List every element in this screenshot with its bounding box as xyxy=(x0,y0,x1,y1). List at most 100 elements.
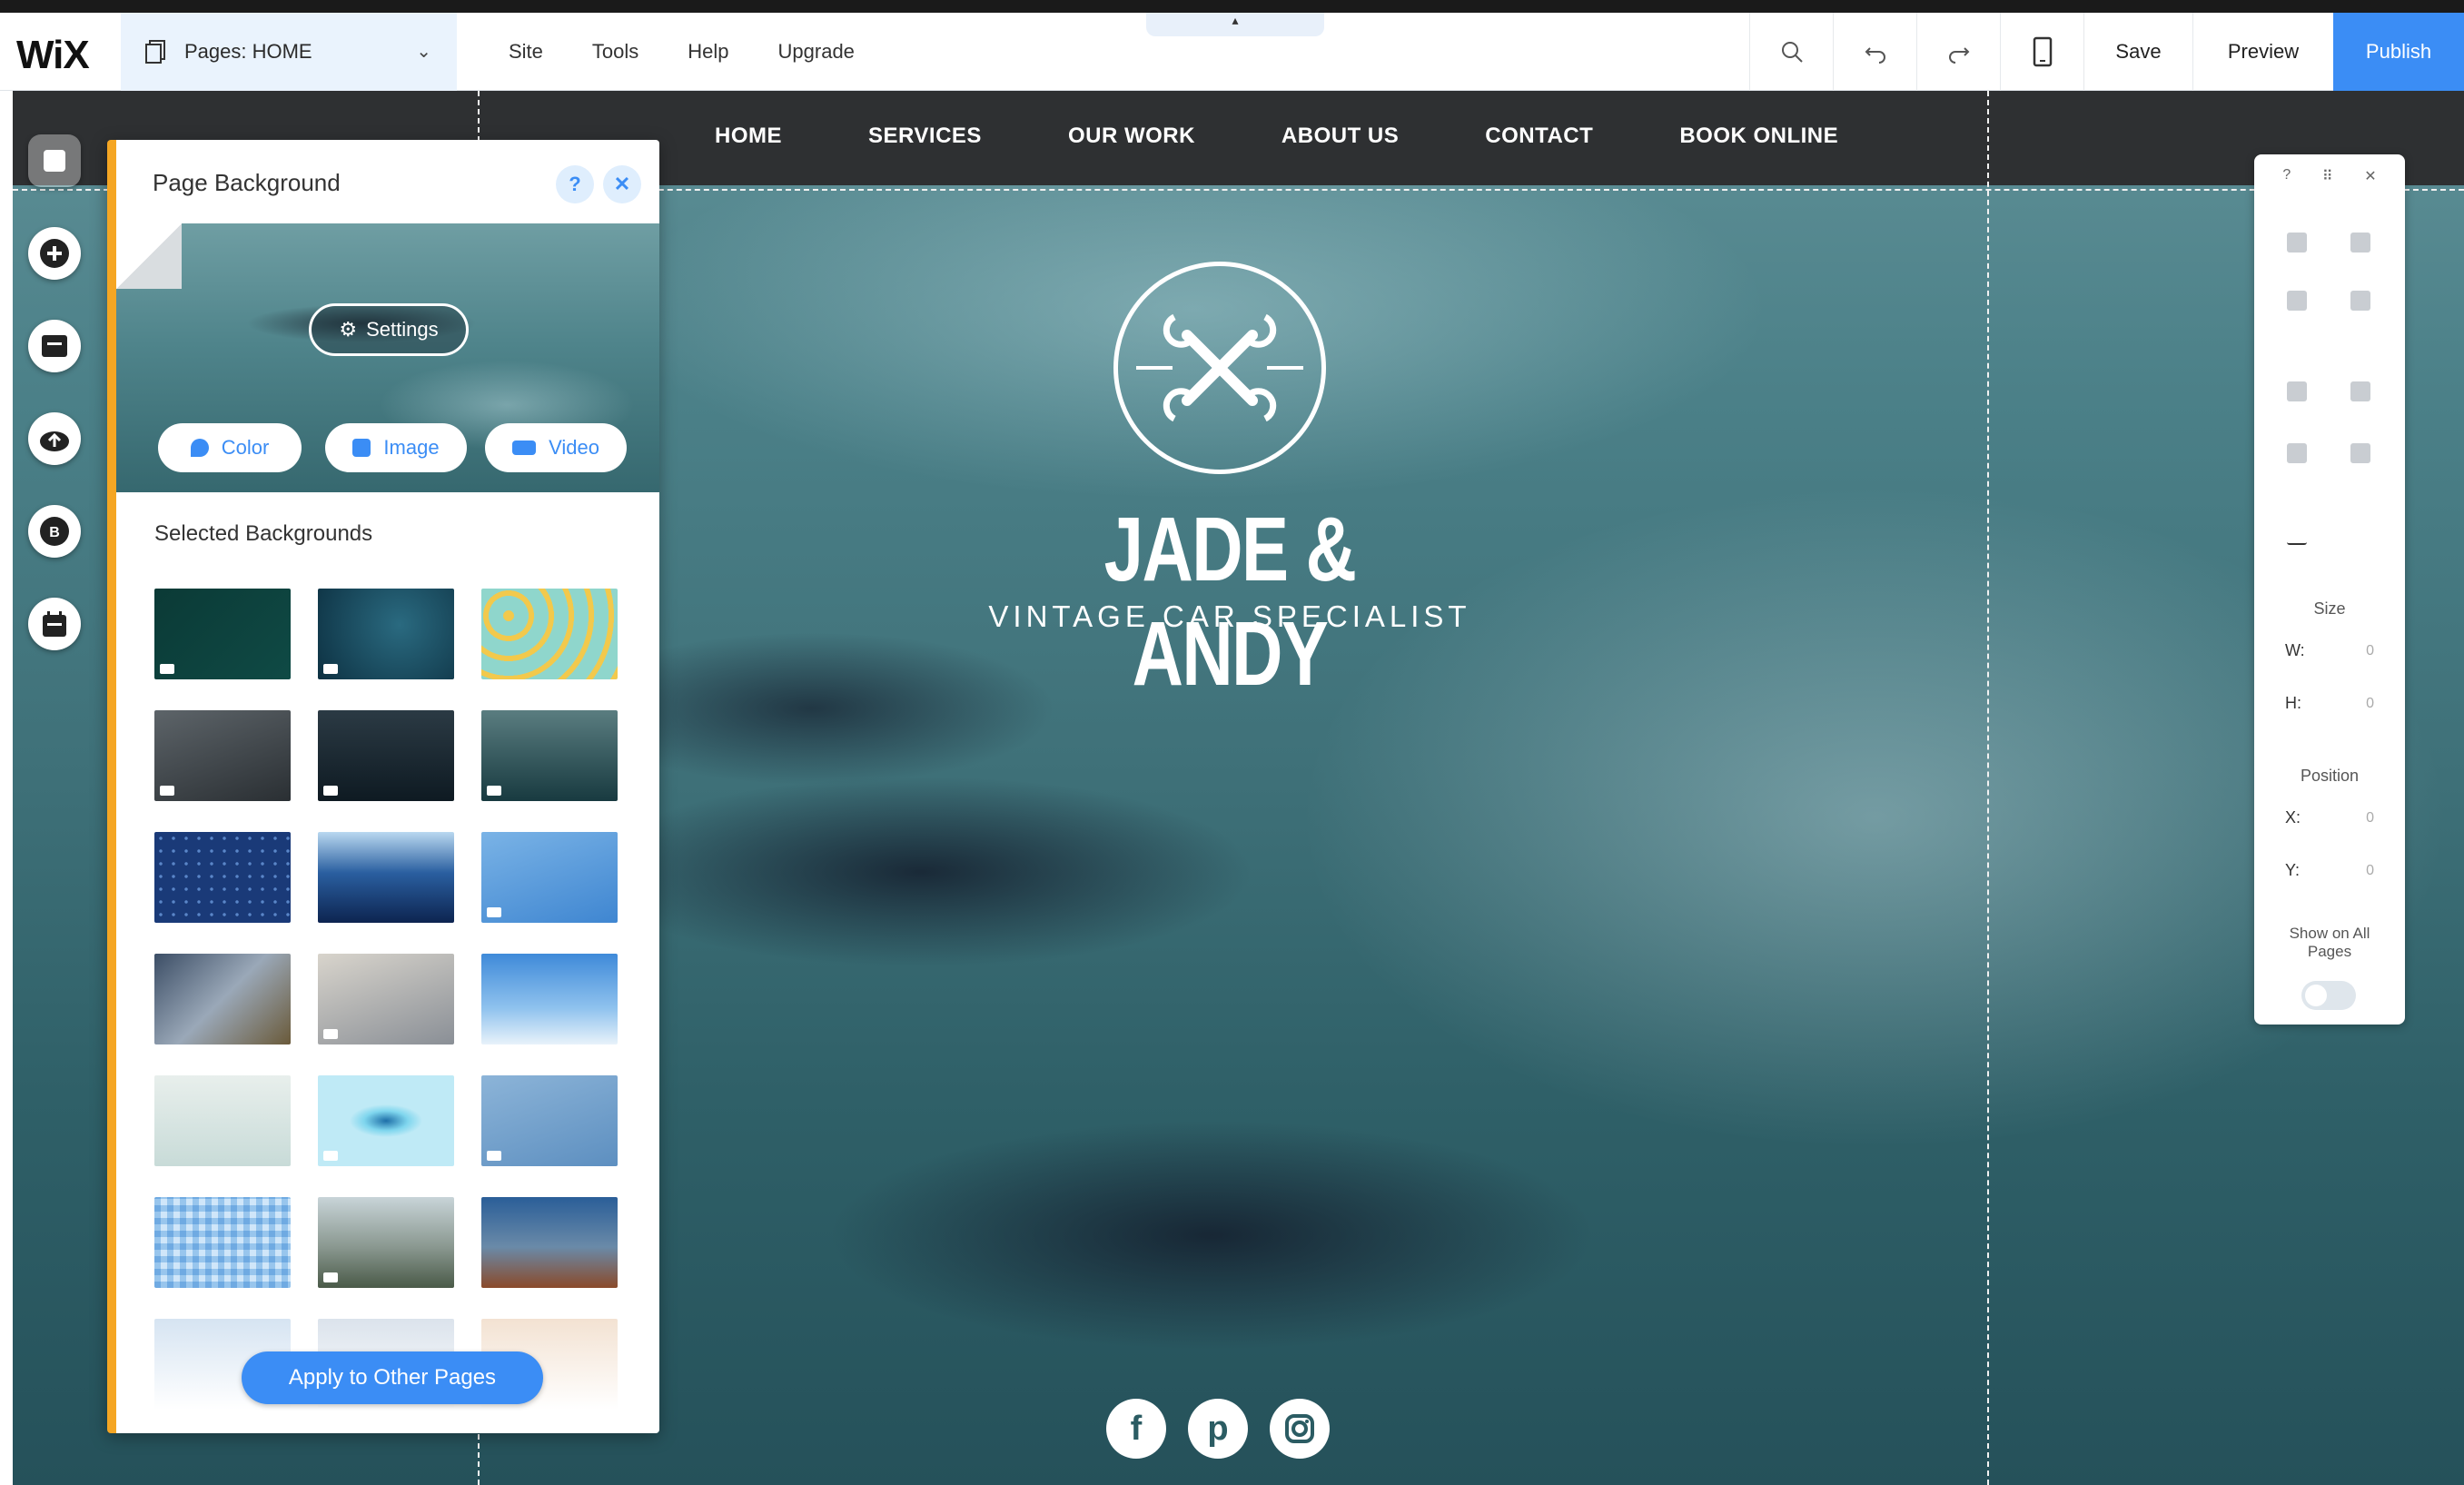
bookings-icon[interactable] xyxy=(28,598,81,650)
x-label: X: xyxy=(2285,808,2301,827)
video-icon xyxy=(160,786,174,796)
preview-button[interactable]: Preview xyxy=(2192,13,2333,91)
menu-tools[interactable]: Tools xyxy=(592,40,638,64)
video-icon xyxy=(323,1151,338,1161)
pages-dropdown[interactable]: Pages: HOME ⌄ xyxy=(121,13,457,91)
video-icon xyxy=(487,1151,501,1161)
menu-help[interactable]: Help xyxy=(688,40,728,64)
left-toolbar: B xyxy=(13,134,96,690)
paste-icon[interactable] xyxy=(2350,233,2370,252)
facebook-icon[interactable]: f xyxy=(1106,1399,1166,1459)
background-thumbnail[interactable] xyxy=(154,954,291,1044)
site-nav-home[interactable]: HOME xyxy=(715,124,782,149)
site-nav-about-us[interactable]: ABOUT US xyxy=(1281,124,1399,149)
background-thumbnail[interactable] xyxy=(318,954,454,1044)
site-nav-our-work[interactable]: OUR WORK xyxy=(1068,124,1195,149)
social-bar[interactable]: f p xyxy=(1106,1399,1351,1459)
publish-button[interactable]: Publish xyxy=(2333,13,2464,91)
mobile-view-icon[interactable] xyxy=(2000,13,2083,91)
video-button[interactable]: Video xyxy=(485,423,627,472)
page-fold-icon xyxy=(116,223,182,289)
wix-logo[interactable]: WiX xyxy=(16,33,90,78)
site-nav-services[interactable]: SERVICES xyxy=(868,124,982,149)
background-thumbnail[interactable] xyxy=(318,589,454,679)
background-thumbnail[interactable] xyxy=(481,1197,618,1288)
background-thumbnail[interactable] xyxy=(318,710,454,801)
wix-editor: WiX Pages: HOME ⌄ Site Tools Help Upgrad… xyxy=(0,0,2464,1485)
size-label: Size xyxy=(2313,599,2346,618)
video-camera-icon xyxy=(512,441,537,455)
background-settings-button[interactable]: ⚙ Settings xyxy=(309,303,469,356)
background-thumbnail[interactable] xyxy=(318,1197,454,1288)
copy-icon[interactable] xyxy=(2287,233,2307,252)
app-market-icon[interactable] xyxy=(28,320,81,372)
background-thumbnail[interactable] xyxy=(154,589,291,679)
right-gridline xyxy=(1987,91,1989,1485)
image-button[interactable]: Image xyxy=(325,423,467,472)
close-icon[interactable]: ✕ xyxy=(2364,167,2376,185)
upload-icon[interactable] xyxy=(28,412,81,465)
background-thumbnail[interactable] xyxy=(154,1075,291,1166)
background-thumbnail[interactable] xyxy=(481,710,618,801)
color-button-label: Color xyxy=(221,436,270,459)
instagram-icon[interactable] xyxy=(1270,1399,1330,1459)
background-thumbnail[interactable] xyxy=(154,1197,291,1288)
background-thumbnail[interactable] xyxy=(318,832,454,923)
collapse-toolbar-handle[interactable]: ▴ xyxy=(1146,13,1324,36)
help-icon[interactable]: ? xyxy=(2282,167,2291,185)
background-thumbnail[interactable] xyxy=(481,954,618,1044)
rotate-icon[interactable] xyxy=(2287,525,2307,545)
close-icon[interactable]: ✕ xyxy=(603,165,641,203)
video-icon xyxy=(160,664,174,674)
background-thumbnail[interactable] xyxy=(318,1075,454,1166)
pages-icon xyxy=(143,38,170,65)
svg-text:B: B xyxy=(49,525,60,540)
video-icon xyxy=(323,786,338,796)
background-thumbnail[interactable] xyxy=(154,710,291,801)
background-thumbnail[interactable] xyxy=(154,832,291,923)
color-button[interactable]: Color xyxy=(158,423,302,472)
drag-handle-icon[interactable]: ⠿ xyxy=(2322,167,2333,185)
menu-site[interactable]: Site xyxy=(509,40,543,64)
match-size-icon[interactable] xyxy=(2350,443,2370,463)
height-input[interactable]: 0 xyxy=(2366,696,2374,712)
menu-upgrade[interactable]: Upgrade xyxy=(778,40,855,64)
duplicate-icon[interactable] xyxy=(2287,291,2307,311)
background-thumbnail[interactable] xyxy=(481,589,618,679)
video-icon xyxy=(487,907,501,917)
apply-to-other-pages-button[interactable]: Apply to Other Pages xyxy=(242,1351,543,1404)
width-label: W: xyxy=(2285,641,2305,659)
site-nav-book-online[interactable]: BOOK ONLINE xyxy=(1679,124,1838,149)
image-button-label: Image xyxy=(383,436,440,459)
background-icon[interactable] xyxy=(28,134,81,187)
undo-icon[interactable] xyxy=(1833,13,1916,91)
background-thumbnail[interactable] xyxy=(481,1075,618,1166)
width-input[interactable]: 0 xyxy=(2366,643,2374,659)
background-thumbnail[interactable] xyxy=(481,832,618,923)
panel-header-icons: ? ⠿ ✕ xyxy=(2254,167,2405,185)
site-nav: HOME SERVICES OUR WORK ABOUT US CONTACT … xyxy=(715,124,1925,149)
zoom-icon[interactable] xyxy=(1749,13,1833,91)
delete-icon[interactable] xyxy=(2350,291,2370,311)
show-on-all-pages-toggle[interactable] xyxy=(2301,981,2356,1010)
add-icon[interactable] xyxy=(28,227,81,280)
video-button-label: Video xyxy=(549,436,599,459)
help-icon[interactable]: ? xyxy=(556,165,594,203)
x-input[interactable]: 0 xyxy=(2366,810,2374,827)
y-label: Y: xyxy=(2285,861,2301,879)
blog-icon[interactable]: B xyxy=(28,505,81,558)
arrange-icon[interactable] xyxy=(2287,381,2307,401)
redo-icon[interactable] xyxy=(1916,13,2000,91)
save-button[interactable]: Save xyxy=(2083,13,2192,91)
hero-subtitle[interactable]: VINTAGE CAR SPECIALIST xyxy=(957,599,1502,634)
site-nav-contact[interactable]: CONTACT xyxy=(1485,124,1593,149)
panel-title: Page Background xyxy=(153,169,341,196)
distribute-icon[interactable] xyxy=(2287,443,2307,463)
y-input[interactable]: 0 xyxy=(2366,863,2374,879)
align-icon[interactable] xyxy=(2350,381,2370,401)
pinterest-icon[interactable]: p xyxy=(1188,1399,1248,1459)
chevron-down-icon: ⌄ xyxy=(416,42,431,62)
paint-drop-icon xyxy=(190,439,209,457)
wrench-emblem-logo[interactable] xyxy=(1113,262,1326,474)
top-bar: WiX Pages: HOME ⌄ Site Tools Help Upgrad… xyxy=(0,0,2464,91)
